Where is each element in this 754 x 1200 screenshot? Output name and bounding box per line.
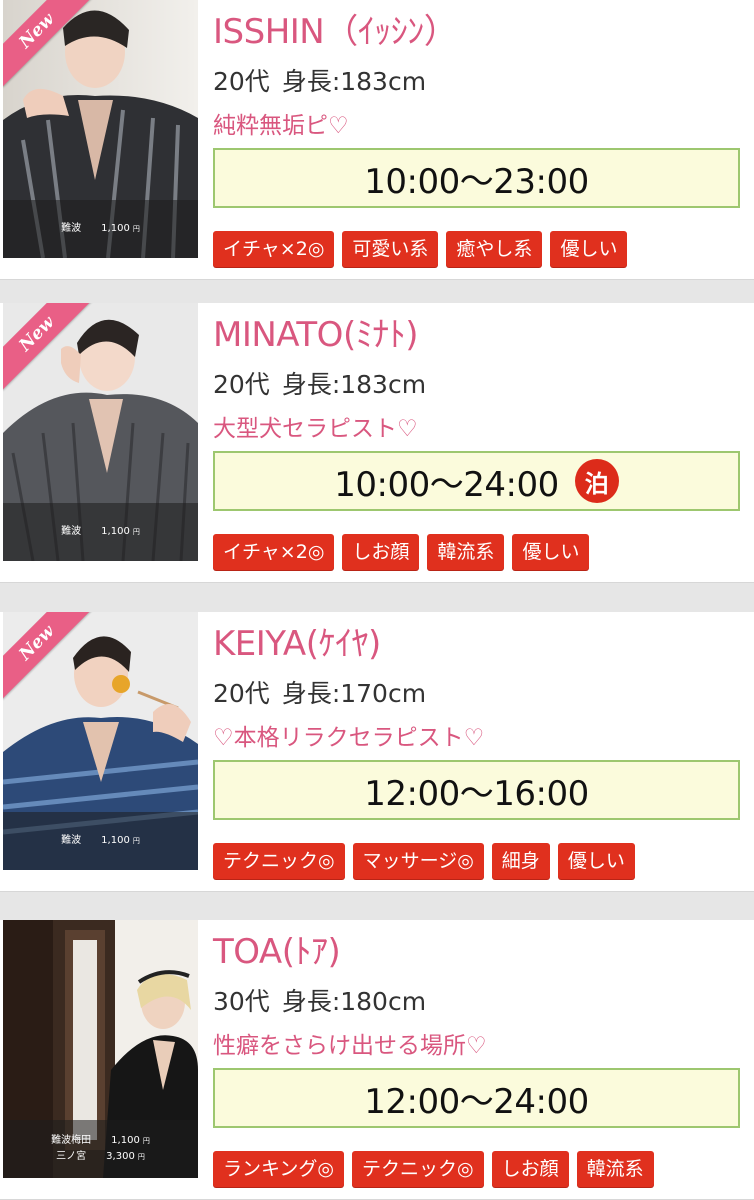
therapist-height: 身長:183cm (281, 67, 427, 96)
feature-tag: 優しい (557, 843, 635, 879)
therapist-age: 20代 (213, 67, 270, 96)
feature-tag: 癒やし系 (446, 231, 543, 267)
therapist-height: 身長:180cm (281, 987, 427, 1016)
price-area: 難波梅田 (51, 1135, 92, 1146)
therapist-profile: 30代 身長:180cm (213, 982, 426, 1018)
price-amount-wrap: 3,300 円 (106, 1149, 145, 1165)
feature-tag: 可愛い系 (342, 231, 439, 267)
therapist-profile: 20代 身長:183cm (213, 62, 426, 98)
price-line: 難波 1,100 円 (3, 833, 198, 849)
price-amount: 1,100 (101, 526, 130, 537)
therapist-photo[interactable]: New 難波 1,100 円 (3, 612, 198, 870)
price-area: 三ノ宮 (56, 1151, 87, 1162)
price-line: 三ノ宮 3,300 円 (3, 1149, 198, 1165)
therapist-name[interactable]: TOA(ﾄｱ) (213, 924, 341, 973)
therapist-list: New 難波 1,100 円 ISSHIN（ｲｯｼﾝ） 20代 身長:183cm 純粋無垢ピ♡… (0, 0, 754, 1200)
tag-list: テクニック◎ マッサージ◎ 細身 優しい (213, 843, 635, 879)
therapist-catchphrase: 大型犬セラピスト♡ (213, 416, 418, 442)
schedule-time: 10:00〜23:00 (364, 161, 589, 202)
price-area: 難波 (61, 526, 82, 537)
price-unit: 円 (137, 1153, 145, 1161)
price-line: 難波梅田 1,100 円 (3, 1133, 198, 1149)
feature-tag: 優しい (550, 231, 628, 267)
therapist-card[interactable]: New 難波 1,100 円 ISSHIN（ｲｯｼﾝ） 20代 身長:183cm 純粋無垢ピ♡… (0, 0, 754, 280)
feature-tag: ランキング◎ (213, 1151, 345, 1187)
price-unit: 円 (142, 1137, 150, 1145)
feature-tag: 優しい (512, 534, 590, 570)
therapist-name[interactable]: KEIYA(ｹｲﾔ) (213, 616, 381, 665)
schedule-time: 10:00〜24:00 (334, 464, 559, 505)
therapist-card[interactable]: 難波梅田 1,100 円三ノ宮 3,300 円 TOA(ﾄｱ) 30代 身長:180cm 性癖を… (0, 920, 754, 1200)
feature-tag: マッサージ◎ (352, 843, 484, 879)
price-overlay: 難波 1,100 円 (3, 200, 198, 258)
therapist-photo[interactable]: New 難波 1,100 円 (3, 0, 198, 258)
price-unit: 円 (132, 225, 140, 233)
therapist-photo[interactable]: New 難波 1,100 円 (3, 303, 198, 561)
schedule-time: 12:00〜24:00 (364, 1081, 589, 1122)
therapist-card[interactable]: New 難波 1,100 円 MINATO(ﾐﾅﾄ) 20代 身長:183cm 大型犬セラピス… (0, 303, 754, 583)
therapist-height: 身長:183cm (281, 370, 427, 399)
price-amount: 1,100 (101, 223, 130, 234)
price-amount: 1,100 (101, 835, 130, 846)
feature-tag: イチャ×2◎ (213, 231, 335, 267)
feature-tag: しお顔 (342, 534, 420, 570)
schedule-box: 10:00〜24:00 泊 (213, 451, 740, 511)
price-line: 難波 1,100 円 (3, 524, 198, 540)
price-amount-wrap: 1,100 円 (101, 221, 140, 237)
therapist-catchphrase: ♡本格リラクセラピスト♡ (213, 725, 485, 751)
price-area: 難波 (61, 835, 82, 846)
price-overlay: 難波 1,100 円 (3, 812, 198, 870)
price-amount: 1,100 (111, 1135, 140, 1146)
feature-tag: しお顔 (491, 1151, 569, 1187)
schedule-time: 12:00〜16:00 (364, 773, 589, 814)
therapist-age: 20代 (213, 370, 270, 399)
feature-tag: テクニック◎ (213, 843, 345, 879)
therapist-name[interactable]: MINATO(ﾐﾅﾄ) (213, 307, 418, 356)
price-amount-wrap: 1,100 円 (111, 1133, 150, 1149)
therapist-age: 20代 (213, 679, 270, 708)
price-amount-wrap: 1,100 円 (101, 833, 140, 849)
therapist-age: 30代 (213, 987, 270, 1016)
feature-tag: 韓流系 (576, 1151, 654, 1187)
feature-tag: 細身 (491, 843, 550, 879)
therapist-catchphrase: 純粋無垢ピ♡ (213, 113, 349, 139)
schedule-box: 12:00〜16:00 (213, 760, 740, 820)
price-amount: 3,300 (106, 1151, 135, 1162)
price-overlay: 難波梅田 1,100 円三ノ宮 3,300 円 (3, 1120, 198, 1178)
price-line: 難波 1,100 円 (3, 221, 198, 237)
therapist-catchphrase: 性癖をさらけ出せる場所♡ (213, 1033, 487, 1059)
schedule-box: 10:00〜23:00 (213, 148, 740, 208)
tag-list: イチャ×2◎ しお顔 韓流系 優しい (213, 534, 590, 570)
price-overlay: 難波 1,100 円 (3, 503, 198, 561)
therapist-photo[interactable]: 難波梅田 1,100 円三ノ宮 3,300 円 (3, 920, 198, 1178)
therapist-card[interactable]: New 難波 1,100 円 KEIYA(ｹｲﾔ) 20代 身長:170cm ♡本格リラクセラ… (0, 612, 754, 892)
therapist-height: 身長:170cm (281, 679, 427, 708)
overnight-badge: 泊 (574, 459, 619, 503)
feature-tag: イチャ×2◎ (213, 534, 335, 570)
therapist-profile: 20代 身長:183cm (213, 365, 426, 401)
price-unit: 円 (132, 528, 140, 536)
therapist-profile: 20代 身長:170cm (213, 674, 426, 710)
price-unit: 円 (132, 837, 140, 845)
feature-tag: 韓流系 (427, 534, 505, 570)
tag-list: ランキング◎ テクニック◎ しお顔 韓流系 (213, 1151, 654, 1187)
feature-tag: テクニック◎ (352, 1151, 484, 1187)
therapist-name[interactable]: ISSHIN（ｲｯｼﾝ） (213, 4, 458, 53)
tag-list: イチャ×2◎ 可愛い系 癒やし系 優しい (213, 231, 628, 267)
price-amount-wrap: 1,100 円 (101, 524, 140, 540)
price-area: 難波 (61, 223, 82, 234)
schedule-box: 12:00〜24:00 (213, 1068, 740, 1128)
